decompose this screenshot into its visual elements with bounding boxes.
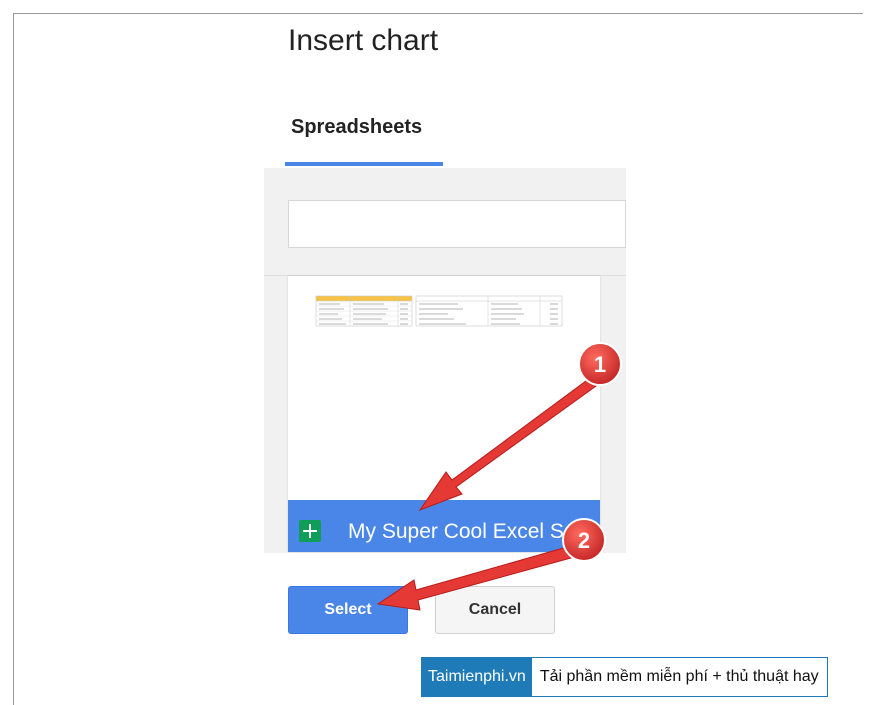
annotation-overlay: 1 2 (376, 342, 622, 611)
watermark-brand: Taimienphi.vn (422, 658, 532, 696)
watermark-banner[interactable]: Taimienphi.vn Tải phần mềm miễn phí + th… (421, 657, 828, 697)
watermark-slogan: Tải phần mềm miễn phí + thủ thuật hay (531, 658, 827, 696)
callout-badge-1: 1 (578, 342, 622, 386)
callout-arrow-2 (376, 544, 579, 611)
callout-number-1: 1 (594, 352, 606, 377)
callout-arrow-1 (418, 377, 597, 512)
callout-number-2: 2 (578, 528, 590, 553)
callout-badge-2: 2 (562, 518, 606, 562)
